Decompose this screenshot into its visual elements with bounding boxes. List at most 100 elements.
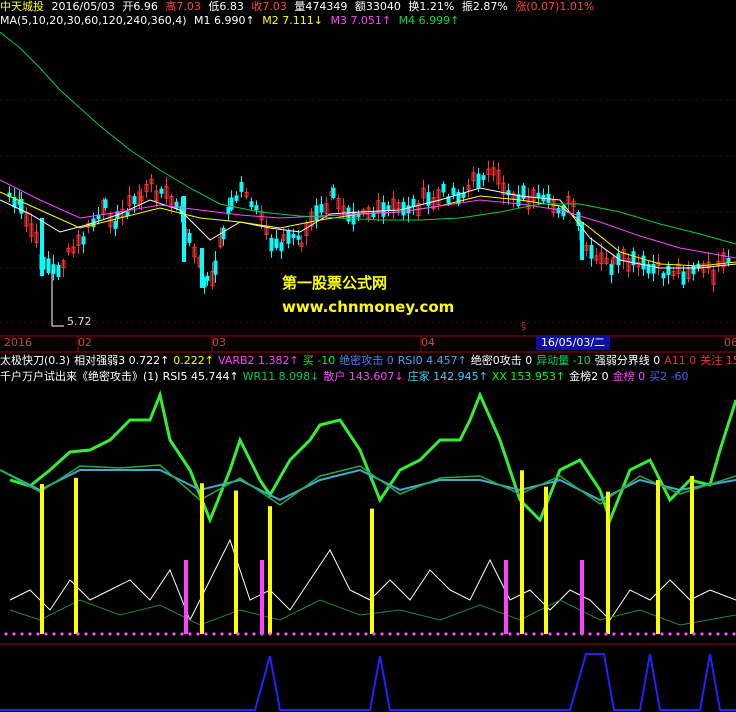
baseline-dot <box>252 632 256 636</box>
indicator-value: 关注 15 <box>700 354 736 367</box>
signal-bar-magenta <box>504 560 508 634</box>
baseline-dot <box>244 632 248 636</box>
candle-body <box>187 233 192 243</box>
baseline-dot <box>564 632 568 636</box>
baseline-dot <box>652 632 656 636</box>
baseline-dot <box>684 632 688 636</box>
baseline-dot <box>340 632 344 636</box>
baseline-dot <box>716 632 720 636</box>
baseline-dot <box>108 632 112 636</box>
signal-bar-yellow <box>520 470 524 634</box>
candle-body <box>113 220 118 229</box>
baseline-dot <box>204 632 208 636</box>
candle-body <box>641 255 646 270</box>
baseline-dot <box>356 632 360 636</box>
baseline-dot <box>188 632 192 636</box>
baseline-dot <box>260 632 264 636</box>
baseline-dot <box>20 632 24 636</box>
baseline-dot <box>492 632 496 636</box>
baseline-dot <box>100 632 104 636</box>
candle-body <box>691 265 696 275</box>
baseline-dot <box>476 632 480 636</box>
signal-bar-yellow <box>606 491 610 634</box>
candle-body <box>381 202 386 217</box>
baseline-dot <box>660 632 664 636</box>
baseline-dot <box>76 632 80 636</box>
axis-label-06: 06 <box>724 336 736 349</box>
candle-body <box>125 211 130 217</box>
candle-body <box>103 199 108 209</box>
baseline-dot <box>588 632 592 636</box>
baseline-dot <box>196 632 200 636</box>
candle-body <box>239 181 244 192</box>
baseline-dot <box>228 632 232 636</box>
baseline-dot <box>620 632 624 636</box>
signal-bar-yellow <box>40 484 44 634</box>
baseline-dot <box>380 632 384 636</box>
baseline-dot <box>132 632 136 636</box>
xx-line <box>9 389 736 525</box>
baseline-dot <box>700 632 704 636</box>
buy2-pulse-line <box>0 653 736 711</box>
baseline-dot <box>540 632 544 636</box>
baseline-dot <box>172 632 176 636</box>
candle-body <box>589 245 594 259</box>
baseline-dot <box>28 632 32 636</box>
candle-body <box>279 242 284 252</box>
baseline-dot <box>612 632 616 636</box>
candle-body <box>681 271 686 285</box>
baseline-dot <box>668 632 672 636</box>
indicator-value: 异动量 -10 <box>536 354 591 367</box>
candle-body <box>40 218 44 276</box>
baseline-dot <box>236 632 240 636</box>
watermark-title: 第一股票公式网 <box>282 274 388 292</box>
candle-body <box>205 275 210 281</box>
baseline-dot <box>348 632 352 636</box>
indicator-value: XX 153.953↑ <box>491 370 566 383</box>
candle-body <box>386 205 391 211</box>
baseline-dot <box>52 632 56 636</box>
signal-bar-yellow <box>268 506 272 634</box>
baseline-dot <box>316 632 320 636</box>
indicator-value: 强弱分界线 0 <box>594 354 661 367</box>
candle-body <box>221 227 226 240</box>
baseline-dot <box>460 632 464 636</box>
indicator-value: A11 0 <box>664 354 697 367</box>
candle-body <box>254 205 259 211</box>
signal-bar-magenta <box>580 560 584 634</box>
indicator-value[interactable]: 千户万户试出来《绝密攻击》(1) <box>0 370 159 383</box>
baseline-dot <box>156 632 160 636</box>
baseline-dot <box>636 632 640 636</box>
candle-body <box>314 205 319 221</box>
signal-bar-magenta <box>260 560 264 634</box>
indicator-value: 散户 143.607↓ <box>323 370 404 383</box>
baseline-dot <box>148 632 152 636</box>
axis-label-02: 02 <box>78 336 92 349</box>
candle-body <box>651 263 656 274</box>
candle-body <box>274 238 279 248</box>
indicator-value: 绝密攻击 0 <box>339 354 394 367</box>
baseline-dot <box>436 632 440 636</box>
signal-bar-yellow <box>234 490 238 634</box>
baseline-dot <box>628 632 632 636</box>
baseline-dot <box>412 632 416 636</box>
baseline-dot <box>676 632 680 636</box>
baseline-dot <box>84 632 88 636</box>
candle-body <box>476 173 481 189</box>
indicator-value: RSI5 45.744↑ <box>162 370 239 383</box>
candle-body <box>609 263 614 275</box>
axis-label-2016: 2016 <box>4 336 32 349</box>
indicator-value: 相对强弱3 0.722↑ <box>74 354 170 367</box>
baseline-dot <box>604 632 608 636</box>
baseline-dot <box>292 632 296 636</box>
signal-bar-yellow <box>74 477 78 634</box>
baseline-dot <box>532 632 536 636</box>
baseline-dot <box>644 632 648 636</box>
candle-body <box>296 235 301 240</box>
baseline-dot <box>308 632 312 636</box>
indicator-value[interactable]: 太极快刀(0.3) <box>0 354 70 367</box>
candle-body <box>536 192 541 199</box>
indicator-value: 金榜 0 <box>612 370 646 383</box>
baseline-dot <box>468 632 472 636</box>
baseline-dot <box>268 632 272 636</box>
